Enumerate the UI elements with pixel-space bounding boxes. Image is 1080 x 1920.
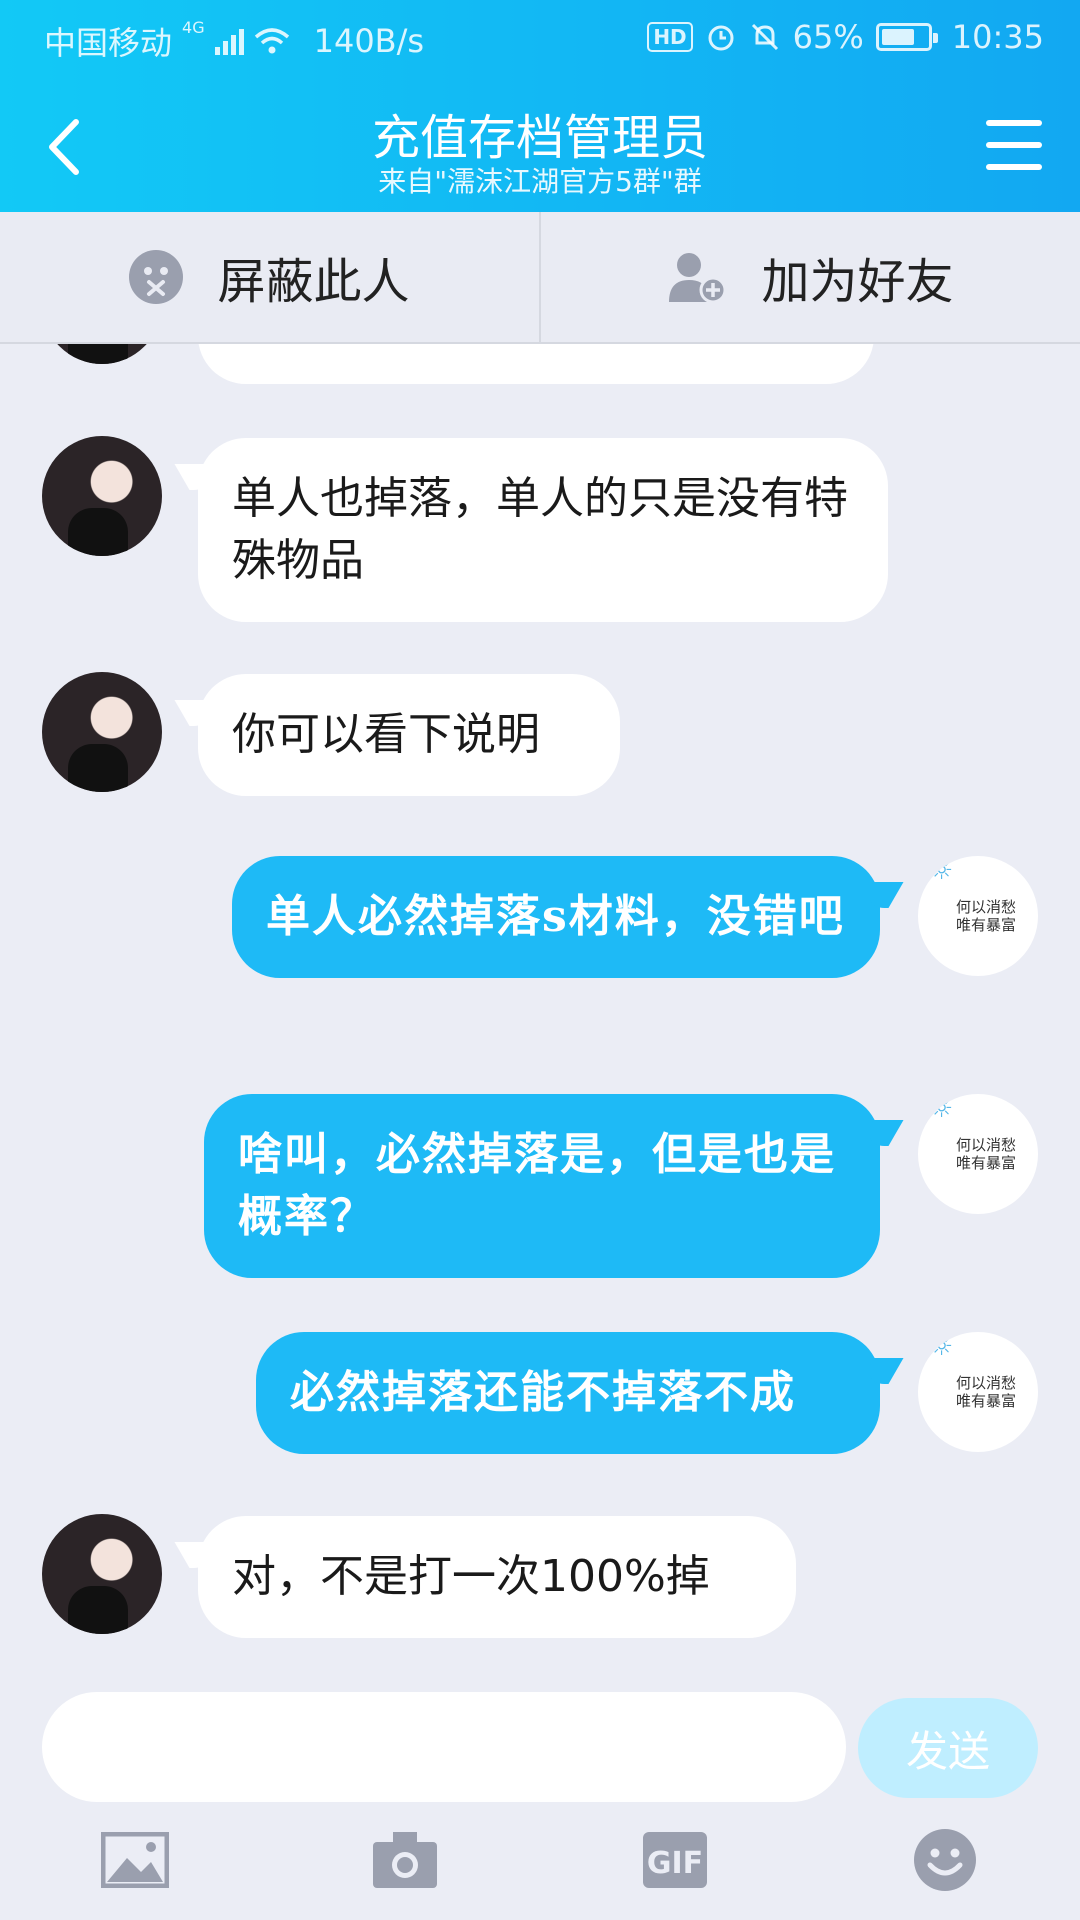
avatar[interactable]: [42, 344, 162, 364]
wifi-icon: [254, 28, 289, 54]
page-title: 充值存档管理员: [371, 110, 708, 166]
avatar[interactable]: ☼ 何以消愁 唯有暴富: [918, 1332, 1038, 1452]
avatar[interactable]: ☼ 何以消愁 唯有暴富: [918, 1094, 1038, 1214]
image-icon: [101, 1832, 169, 1888]
send-button[interactable]: 发送: [858, 1698, 1038, 1798]
emoji-button[interactable]: [910, 1825, 980, 1895]
action-bar: 屏蔽此人 加为好友: [0, 212, 1080, 344]
gif-button[interactable]: GIF: [640, 1825, 710, 1895]
menu-icon: [986, 120, 1042, 126]
message-bubble[interactable]: 单人也掉落，单人的只是没有特殊物品: [198, 438, 888, 622]
camera-icon: [373, 1832, 437, 1888]
input-toolbar: GIF: [0, 1825, 1080, 1915]
camera-button[interactable]: [370, 1825, 440, 1895]
avatar[interactable]: ☼ 何以消愁 唯有暴富: [918, 856, 1038, 976]
hd-icon: HD: [647, 22, 693, 52]
add-friend-icon: [669, 253, 727, 304]
message-bubble-partial[interactable]: [198, 344, 874, 384]
add-friend-button[interactable]: 加为好友: [539, 212, 1080, 342]
clock: 10:35: [951, 18, 1044, 56]
header: 中国移动 4G 140B/s HD 65% 10:35 充值存档管理员 来自"濡…: [0, 0, 1080, 212]
image-button[interactable]: [100, 1825, 170, 1895]
message-input[interactable]: [42, 1692, 846, 1802]
message-bubble[interactable]: 对，不是打一次100%掉: [198, 1516, 796, 1638]
avatar[interactable]: [42, 1514, 162, 1634]
message-bubble[interactable]: 单人必然掉落s材料，没错吧: [232, 856, 880, 978]
gif-icon: GIF: [643, 1832, 707, 1888]
message-bubble[interactable]: 你可以看下说明: [198, 674, 620, 796]
avatar[interactable]: [42, 672, 162, 792]
input-bar: 发送 GIF: [0, 1660, 1080, 1920]
add-friend-label: 加为好友: [761, 254, 954, 310]
network-type: 4G: [182, 18, 205, 37]
message-bubble[interactable]: 啥叫，必然掉落是，但是也是概率？: [204, 1094, 880, 1278]
page-subtitle: 来自"濡沫江湖官方5群"群: [378, 165, 702, 198]
menu-button[interactable]: [986, 120, 1042, 170]
block-user-label: 屏蔽此人: [217, 254, 410, 310]
block-user-button[interactable]: 屏蔽此人: [0, 212, 539, 342]
status-bar: 中国移动 4G 140B/s HD 65% 10:35: [0, 0, 1080, 75]
avatar[interactable]: [42, 436, 162, 556]
network-speed: 140B/s: [313, 22, 425, 60]
sun-icon: ☼: [930, 1094, 954, 1124]
mute-icon: [751, 23, 778, 51]
battery-percent: 65%: [792, 18, 864, 56]
sun-icon: ☼: [930, 1332, 954, 1362]
chat-area[interactable]: 单人也掉落，单人的只是没有特殊物品 你可以看下说明 ☼ 何以消愁 唯有暴富 单人…: [0, 344, 1080, 1660]
signal-icon: [214, 27, 244, 55]
block-icon: [129, 250, 184, 304]
alarm-icon: [708, 25, 734, 51]
battery-icon: [875, 23, 938, 51]
carrier-label: 中国移动: [44, 24, 173, 62]
message-bubble[interactable]: 必然掉落还能不掉落不成: [256, 1332, 880, 1454]
sun-icon: ☼: [930, 856, 954, 886]
svg-text:GIF: GIF: [647, 1846, 703, 1881]
emoji-icon: [914, 1829, 976, 1891]
